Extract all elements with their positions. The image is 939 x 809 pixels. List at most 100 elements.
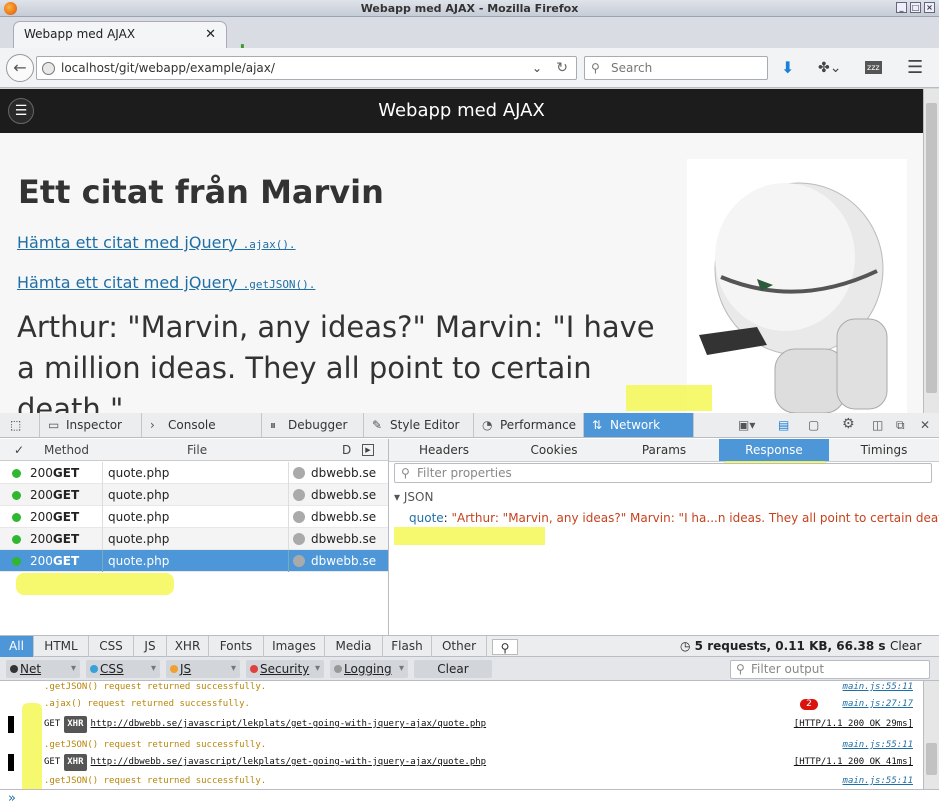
toggle-sidebar-icon[interactable]: ▶ bbox=[362, 444, 374, 456]
console-message[interactable]: .ajax() request returned successfully. ma… bbox=[0, 696, 923, 713]
page-scroll-thumb[interactable] bbox=[926, 103, 937, 393]
col-method[interactable]: Method bbox=[44, 439, 89, 461]
console-filter-net[interactable]: Net ▾ bbox=[6, 660, 80, 678]
page-scrollbar[interactable] bbox=[923, 89, 939, 413]
filter-output-placeholder: Filter output bbox=[751, 662, 825, 676]
download-icon[interactable]: ⬇ bbox=[781, 58, 794, 77]
console-input[interactable]: » bbox=[0, 789, 939, 809]
request-row[interactable]: 200GET quote.php dbwebb.se bbox=[0, 462, 388, 484]
tab-network-label: Network bbox=[610, 418, 661, 432]
close-devtools-icon[interactable]: ✕ bbox=[920, 418, 930, 432]
col-check[interactable]: ✓ bbox=[14, 439, 24, 461]
panel-splitter[interactable] bbox=[388, 439, 389, 644]
chevron-down-icon[interactable]: ▾ bbox=[71, 660, 76, 678]
chevron-down-icon[interactable]: ▾ bbox=[315, 660, 320, 678]
message-source-link[interactable]: main.js:55:11 bbox=[843, 737, 913, 754]
subtab-cookies[interactable]: Cookies bbox=[499, 439, 609, 461]
settings-gear-icon[interactable]: ⚙ bbox=[842, 416, 855, 432]
minimize-button[interactable]: _ bbox=[896, 2, 907, 13]
subtab-headers[interactable]: Headers bbox=[389, 439, 499, 461]
console-message[interactable]: .getJSON() request returned successfully… bbox=[0, 773, 923, 789]
request-row[interactable]: 200GET quote.php dbwebb.se bbox=[0, 484, 388, 506]
tab-network[interactable]: ⇅ Network bbox=[584, 413, 694, 437]
url-dropdown-icon[interactable]: ⌄ bbox=[532, 57, 542, 79]
filter-fonts[interactable]: Fonts bbox=[209, 636, 264, 657]
filter-css[interactable]: CSS bbox=[89, 636, 134, 657]
tab-console[interactable]: › Console bbox=[142, 413, 262, 437]
request-row[interactable]: 200GET quote.php dbwebb.se bbox=[0, 506, 388, 528]
tab-style-editor[interactable]: ✎ Style Editor bbox=[364, 413, 474, 437]
ajax-link[interactable]: Hämta ett citat med jQuery .ajax(). bbox=[17, 233, 296, 252]
zzz-icon[interactable]: zzz bbox=[865, 61, 882, 74]
close-window-button[interactable]: × bbox=[924, 2, 935, 13]
filter-output-input[interactable]: ⚲ Filter output bbox=[730, 660, 930, 679]
console-message[interactable]: GET XHR http://dbwebb.se/javascript/lekpla… bbox=[0, 754, 923, 771]
console-message[interactable]: GET XHR http://dbwebb.se/javascript/lekpla… bbox=[0, 716, 923, 733]
message-source-link[interactable]: main.js:27:17 bbox=[843, 696, 913, 713]
tab-performance[interactable]: ◔ Performance bbox=[474, 413, 584, 437]
console-filter-css[interactable]: CSS ▾ bbox=[86, 660, 160, 678]
request-url-link[interactable]: http://dbwebb.se/javascript/lekplats/get… bbox=[91, 719, 487, 729]
reload-icon[interactable]: ↻ bbox=[556, 57, 568, 79]
filter-properties-input[interactable]: ⚲ Filter properties bbox=[394, 463, 932, 483]
json-property-row[interactable]: quote: "Arthur: "Marvin, any ideas?" Mar… bbox=[409, 511, 939, 525]
request-row[interactable]: 200GET quote.php dbwebb.se bbox=[0, 550, 388, 572]
devtools-panel: ⬚ ▭ Inspector › Console ⏸ Debugger ✎ Style E… bbox=[0, 385, 939, 809]
subtab-timings[interactable]: Timings bbox=[829, 439, 939, 461]
tab-debugger[interactable]: ⏸ Debugger bbox=[262, 413, 364, 437]
hamburger-menu-icon[interactable]: ☰ bbox=[8, 98, 34, 124]
request-row[interactable]: 200GET quote.php dbwebb.se bbox=[0, 528, 388, 550]
dock-options-icon[interactable]: ▣▾ bbox=[738, 418, 755, 432]
dock-side-icon[interactable]: ◫ bbox=[872, 418, 883, 432]
menu-icon[interactable]: ☰ bbox=[907, 57, 923, 78]
tab-bar: Webapp med AJAX ✕ ✚ bbox=[0, 17, 939, 59]
json-section-header[interactable]: ▾ JSON bbox=[394, 490, 433, 504]
tab-inspector[interactable]: ▭ Inspector bbox=[40, 413, 142, 437]
console-message[interactable]: .getJSON() request returned successfully… bbox=[0, 681, 923, 696]
subtab-params[interactable]: Params bbox=[609, 439, 719, 461]
undock-icon[interactable]: ⧉ bbox=[896, 418, 905, 433]
filter-html[interactable]: HTML bbox=[34, 636, 89, 657]
console-filter-js[interactable]: JS ▾ bbox=[166, 660, 240, 678]
filter-xhr[interactable]: XHR bbox=[167, 636, 209, 657]
filter-search-icon[interactable]: ⚲ bbox=[492, 639, 518, 655]
filter-all[interactable]: All bbox=[0, 636, 34, 657]
request-status: 200GET bbox=[30, 532, 80, 546]
pick-element-icon[interactable]: ⬚ bbox=[0, 413, 40, 437]
browser-tab[interactable]: Webapp med AJAX ✕ bbox=[13, 21, 227, 49]
back-button[interactable]: ← bbox=[6, 54, 34, 82]
close-tab-icon[interactable]: ✕ bbox=[205, 27, 216, 42]
url-bar[interactable]: localhost/git/webapp/example/ajax/ ⌄ ↻ bbox=[36, 56, 577, 80]
filter-other[interactable]: Other bbox=[432, 636, 487, 657]
clear-console-button[interactable]: Clear bbox=[414, 660, 492, 678]
filter-js[interactable]: JS bbox=[134, 636, 167, 657]
search-input[interactable]: ⚲ Search bbox=[584, 56, 768, 80]
message-source-link[interactable]: main.js:55:11 bbox=[843, 773, 913, 789]
filter-media[interactable]: Media bbox=[325, 636, 383, 657]
console-filter-security[interactable]: Security ▾ bbox=[246, 660, 324, 678]
subtab-response[interactable]: Response bbox=[719, 439, 829, 461]
response-status-link[interactable]: [HTTP/1.1 200 OK 41ms] bbox=[794, 754, 913, 771]
chevron-down-icon[interactable]: ▾ bbox=[399, 660, 404, 678]
split-console-icon[interactable]: ▤ bbox=[778, 418, 789, 432]
col-domain[interactable]: D bbox=[342, 439, 351, 461]
console-scrollbar[interactable] bbox=[923, 681, 939, 789]
getjson-link-text: Hämta ett citat med jQuery bbox=[17, 273, 238, 292]
chevron-down-icon[interactable]: ▾ bbox=[151, 660, 156, 678]
col-file[interactable]: File bbox=[187, 439, 207, 461]
extension-icon[interactable]: ✤⌄ bbox=[818, 60, 841, 76]
console-scroll-thumb[interactable] bbox=[926, 743, 937, 775]
request-url-link[interactable]: http://dbwebb.se/javascript/lekplats/get… bbox=[91, 757, 487, 767]
getjson-link[interactable]: Hämta ett citat med jQuery .getJSON(). bbox=[17, 273, 315, 292]
response-status-link[interactable]: [HTTP/1.1 200 OK 29ms] bbox=[794, 716, 913, 733]
responsive-icon[interactable]: ▢ bbox=[808, 418, 819, 432]
filter-flash[interactable]: Flash bbox=[383, 636, 432, 657]
clear-network-button[interactable]: Clear bbox=[890, 639, 921, 653]
message-source-link[interactable]: main.js:55:11 bbox=[843, 681, 913, 696]
chevron-down-icon[interactable]: ▾ bbox=[231, 660, 236, 678]
console-message[interactable]: .getJSON() request returned successfully… bbox=[0, 737, 923, 754]
url-text: localhost/git/webapp/example/ajax/ bbox=[61, 61, 275, 75]
maximize-button[interactable]: □ bbox=[910, 2, 921, 13]
console-filter-logging[interactable]: Logging ▾ bbox=[330, 660, 408, 678]
filter-images[interactable]: Images bbox=[264, 636, 325, 657]
